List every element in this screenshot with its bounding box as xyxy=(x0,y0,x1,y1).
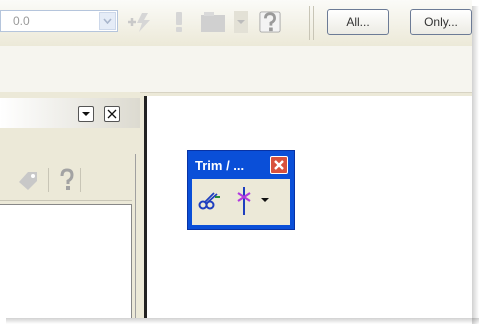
close-icon xyxy=(107,109,117,119)
application-window: 0.0 All... Only... Trim / ... xyxy=(0,0,472,318)
combo-value: 0.0 xyxy=(13,14,30,28)
chevron-down-icon[interactable] xyxy=(260,196,270,204)
combo-dropdown-button[interactable] xyxy=(99,12,116,30)
value-combo[interactable]: 0.0 xyxy=(0,10,118,32)
secondary-toolbar xyxy=(0,46,472,93)
chevron-down-icon xyxy=(82,112,90,116)
top-toolbar: 0.0 All... Only... xyxy=(0,0,472,46)
all-button[interactable]: All... xyxy=(327,9,389,35)
tag-icon[interactable] xyxy=(16,168,42,192)
break-point-icon[interactable] xyxy=(236,187,252,215)
floating-toolbar-close-button[interactable] xyxy=(270,156,288,174)
help-icon[interactable] xyxy=(258,11,282,33)
panel-row-divider xyxy=(0,200,132,201)
window-shadow-bottom xyxy=(6,318,479,324)
floating-toolbar-trim[interactable]: Trim / ... xyxy=(187,150,295,230)
help-icon[interactable] xyxy=(58,168,76,192)
toolbar-separator xyxy=(309,6,310,40)
exclamation-icon[interactable] xyxy=(172,11,186,33)
panel-menu-button[interactable] xyxy=(78,106,94,122)
floating-toolbar-title: Trim / ... xyxy=(195,158,245,173)
panel-separator xyxy=(48,168,49,192)
dropdown-arrow-icon[interactable] xyxy=(234,11,248,33)
docked-panel xyxy=(0,92,140,318)
panel-title-bar xyxy=(0,98,140,128)
folder-icon[interactable] xyxy=(200,11,226,33)
only-button[interactable]: Only... xyxy=(410,9,472,35)
trim-scissors-icon[interactable] xyxy=(198,190,222,212)
chevron-down-icon xyxy=(103,18,112,24)
close-icon xyxy=(274,160,284,170)
panel-separator xyxy=(80,168,81,192)
floating-toolbar-body xyxy=(192,179,290,225)
panel-close-button[interactable] xyxy=(104,106,120,122)
lightning-plus-icon[interactable] xyxy=(126,11,154,33)
toolbar-separator xyxy=(313,6,314,40)
window-shadow-right xyxy=(472,6,479,324)
panel-content-area[interactable] xyxy=(0,204,132,318)
